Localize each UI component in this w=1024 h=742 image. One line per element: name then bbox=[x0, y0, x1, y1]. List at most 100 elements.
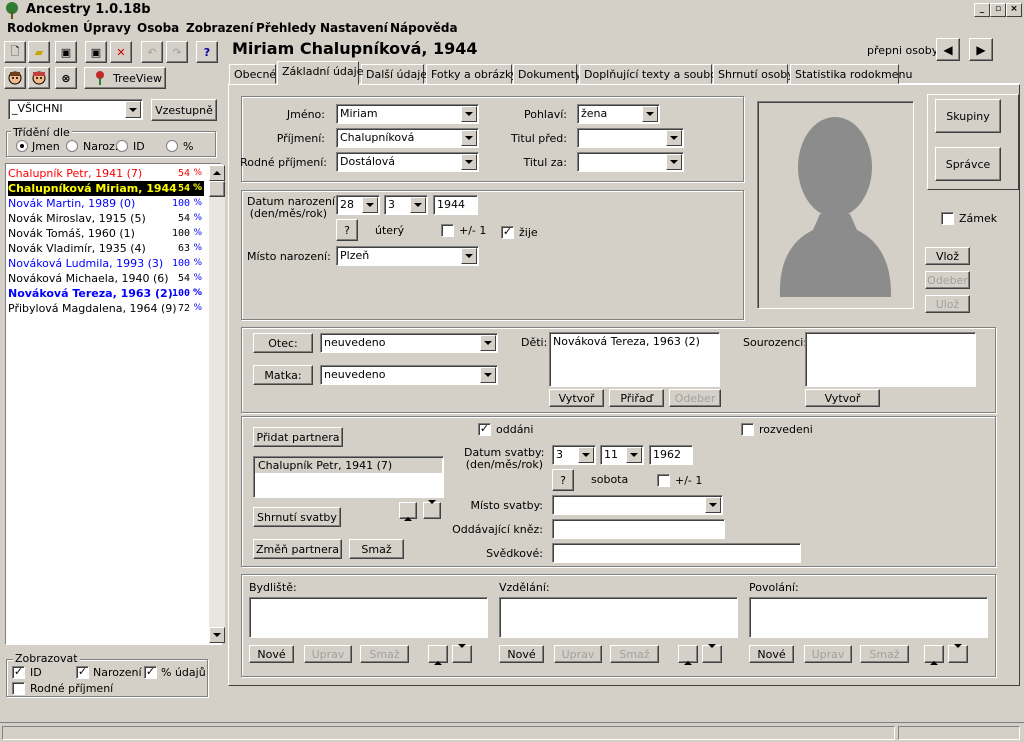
display-rodne-checkbox[interactable] bbox=[12, 682, 25, 695]
wedding-weekday-button[interactable]: ? bbox=[552, 469, 574, 491]
occupation-delete-button[interactable]: Smaž bbox=[860, 645, 909, 663]
help-button[interactable]: ? bbox=[196, 41, 218, 63]
sort-radio-birth[interactable] bbox=[66, 140, 78, 152]
add-partner-button[interactable]: Přidat partnera bbox=[253, 427, 343, 447]
occupation-list[interactable] bbox=[749, 597, 988, 638]
sort-radio-pct[interactable] bbox=[166, 140, 178, 152]
undo-button[interactable]: ↶ bbox=[141, 41, 163, 63]
wedding-place-field[interactable] bbox=[552, 495, 723, 515]
person-list-item[interactable]: Novák Tomáš, 1960 (1) 100% bbox=[8, 226, 204, 241]
occupation-down-button[interactable] bbox=[948, 645, 968, 663]
save-photo-button[interactable]: Ulož bbox=[925, 295, 970, 313]
father-button[interactable]: Otec: bbox=[253, 333, 313, 353]
person-list-scrollbar[interactable] bbox=[209, 165, 225, 643]
tab-dalsi-udaje[interactable]: Další údaje bbox=[361, 64, 427, 84]
person-list-item[interactable]: Novák Miroslav, 1915 (5) 54% bbox=[8, 211, 204, 226]
marriage-summary-button[interactable]: Shrnutí svatby bbox=[253, 507, 341, 527]
display-birth-checkbox[interactable]: ✓ bbox=[76, 666, 89, 679]
person-list-item[interactable]: Nováková Ludmila, 1993 (3) 100% bbox=[8, 256, 204, 271]
save-button[interactable]: ▣ bbox=[55, 41, 77, 63]
sort-order-button[interactable]: Vzestupně bbox=[151, 99, 217, 121]
birth-place-field[interactable]: Plzeň bbox=[336, 246, 479, 266]
delete-partner-button[interactable]: Smaž bbox=[349, 539, 404, 559]
menu-napoveda[interactable]: Nápověda bbox=[390, 21, 458, 35]
menu-nastaveni[interactable]: Nastavení bbox=[320, 21, 388, 35]
birth-year-field[interactable]: 1944 bbox=[433, 195, 478, 215]
scroll-up-button[interactable] bbox=[209, 165, 225, 181]
save-all-button[interactable]: ▣ bbox=[85, 41, 107, 63]
wedding-day-select[interactable]: 3 bbox=[552, 445, 596, 465]
education-down-button[interactable] bbox=[702, 645, 722, 663]
close-file-button[interactable]: ✕ bbox=[110, 41, 132, 63]
birth-day-select[interactable]: 28 bbox=[336, 195, 380, 215]
minimize-button[interactable]: _ bbox=[974, 3, 990, 17]
tab-dokumenty[interactable]: Dokumenty bbox=[513, 64, 581, 84]
search-button[interactable]: ⊗ bbox=[55, 67, 77, 89]
groups-button[interactable]: Skupiny bbox=[935, 99, 1001, 133]
person-list[interactable]: Chalupník Petr, 1941 (7) 54% Chalupníková … bbox=[5, 163, 225, 645]
person-photo[interactable] bbox=[757, 101, 914, 309]
admin-button[interactable]: Správce bbox=[935, 147, 1001, 181]
father-select[interactable]: neuvedeno bbox=[320, 333, 498, 353]
lock-checkbox[interactable] bbox=[941, 212, 954, 225]
partner-up-button[interactable] bbox=[399, 502, 417, 519]
birth-month-select[interactable]: 3 bbox=[384, 195, 428, 215]
restore-button[interactable]: ▫ bbox=[990, 3, 1006, 17]
mother-button[interactable]: Matka: bbox=[253, 365, 313, 385]
male-person-button[interactable] bbox=[4, 67, 26, 89]
prijmeni-field[interactable]: Chalupníková bbox=[336, 128, 479, 148]
birth-weekday-button[interactable]: ? bbox=[336, 219, 358, 241]
rodne-field[interactable]: Dostálová bbox=[336, 152, 479, 172]
treeview-button[interactable]: TreeView bbox=[84, 67, 166, 89]
mother-select[interactable]: neuvedeno bbox=[320, 365, 498, 385]
residence-delete-button[interactable]: Smaž bbox=[360, 645, 409, 663]
occupation-up-button[interactable] bbox=[924, 645, 944, 663]
female-person-button[interactable] bbox=[28, 67, 50, 89]
scroll-thumb[interactable] bbox=[209, 181, 225, 197]
tab-obecne[interactable]: Obecné bbox=[229, 64, 276, 84]
person-list-item[interactable]: Nováková Tereza, 1963 (2) 100% bbox=[8, 286, 204, 301]
jmeno-field[interactable]: Miriam bbox=[336, 104, 479, 124]
wedding-year-field[interactable]: 1962 bbox=[649, 445, 693, 465]
siblings-list[interactable] bbox=[805, 332, 976, 387]
tab-shrnuti[interactable]: Shrnutí osoby bbox=[713, 64, 794, 84]
occupation-new-button[interactable]: Nové bbox=[749, 645, 794, 663]
pohlavi-select[interactable]: žena bbox=[577, 104, 660, 124]
menu-upravy[interactable]: Úpravy bbox=[83, 21, 131, 35]
child-create-button[interactable]: Vytvoř bbox=[549, 389, 604, 407]
open-button[interactable]: ▰ bbox=[28, 41, 50, 63]
married-checkbox[interactable]: ✓ bbox=[478, 423, 491, 436]
education-list[interactable] bbox=[499, 597, 738, 638]
menu-osoba[interactable]: Osoba bbox=[137, 21, 179, 35]
display-id-checkbox[interactable]: ✓ bbox=[12, 666, 25, 679]
insert-photo-button[interactable]: Vlož bbox=[925, 247, 970, 265]
display-pct-checkbox[interactable]: ✓ bbox=[144, 666, 157, 679]
child-assign-button[interactable]: Přiřaď bbox=[609, 389, 664, 407]
redo-button[interactable]: ↷ bbox=[166, 41, 188, 63]
titul-za-field[interactable] bbox=[577, 152, 684, 172]
divorced-checkbox[interactable] bbox=[741, 423, 754, 436]
sort-radio-name[interactable] bbox=[16, 140, 28, 152]
birth-pm1-checkbox[interactable] bbox=[441, 224, 454, 237]
tab-statistika[interactable]: Statistika rodokmenu bbox=[790, 64, 912, 84]
education-up-button[interactable] bbox=[678, 645, 698, 663]
person-list-item[interactable]: Přibylová Magdalena, 1964 (9) 72% bbox=[8, 301, 204, 316]
sibling-create-button[interactable]: Vytvoř bbox=[805, 389, 880, 407]
menu-zobrazeni[interactable]: Zobrazení bbox=[186, 21, 253, 35]
child-remove-button[interactable]: Odeber bbox=[669, 389, 721, 407]
new-file-button[interactable]: 🗋 bbox=[4, 41, 26, 63]
wedding-month-select[interactable]: 11 bbox=[600, 445, 644, 465]
scroll-down-button[interactable] bbox=[209, 627, 225, 643]
residence-edit-button[interactable]: Uprav bbox=[304, 645, 352, 663]
next-person-button[interactable]: ▶ bbox=[969, 38, 993, 61]
person-list-item[interactable]: Nováková Michaela, 1940 (6) 54% bbox=[8, 271, 204, 286]
sort-radio-id[interactable] bbox=[116, 140, 128, 152]
education-edit-button[interactable]: Uprav bbox=[554, 645, 602, 663]
tab-fotky[interactable]: Fotky a obrázky bbox=[426, 64, 517, 84]
filter-select[interactable]: _VŠICHNI bbox=[8, 99, 143, 120]
child-item[interactable]: Nováková Tereza, 1963 (2) bbox=[553, 335, 716, 348]
occupation-edit-button[interactable]: Uprav bbox=[804, 645, 852, 663]
person-list-item[interactable]: Novák Martin, 1989 (0) 100% bbox=[8, 196, 204, 211]
tab-doplnujici[interactable]: Doplňující texty a soubory bbox=[579, 64, 728, 84]
change-partner-button[interactable]: Změň partnera bbox=[253, 539, 342, 559]
